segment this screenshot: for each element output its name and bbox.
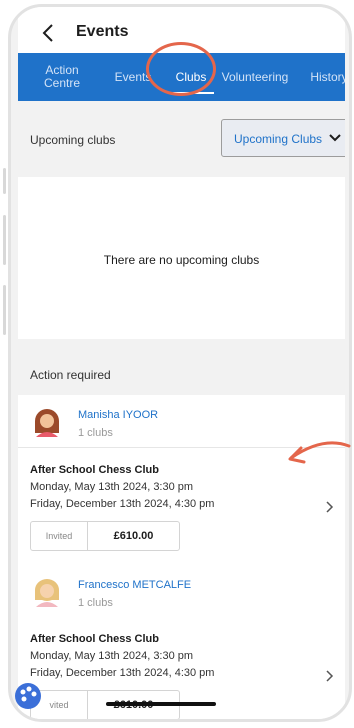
- person-club-count: 1 clubs: [78, 597, 113, 609]
- empty-state-message: There are no upcoming clubs: [103, 253, 260, 267]
- tab-history[interactable]: History: [304, 71, 345, 84]
- tab-volunteering[interactable]: Volunteering: [214, 71, 296, 84]
- home-indicator: [106, 702, 216, 706]
- child-avatar-icon: [35, 579, 59, 607]
- club-end-date: Friday, December 13th 2024, 4:30 pm: [30, 667, 215, 679]
- phone-side-button: [3, 215, 6, 265]
- status-badge: Invited: [31, 522, 88, 550]
- annotation-circle: [146, 42, 216, 96]
- person-club-count: 1 clubs: [78, 427, 113, 439]
- person-row[interactable]: Francesco METCALFE 1 clubs: [18, 567, 345, 620]
- status-price-badge: Invited £610.00: [30, 521, 180, 551]
- dropdown-selected-value: Upcoming Clubs: [234, 132, 323, 146]
- page-title: Events: [76, 23, 129, 40]
- person-name[interactable]: Francesco METCALFE: [78, 579, 191, 591]
- chevron-down-icon: [329, 134, 341, 142]
- filter-row: Upcoming clubs Upcoming Clubs: [18, 101, 345, 177]
- phone-frame: Events Action Centre Events Clubs Volunt…: [8, 4, 352, 722]
- empty-state: There are no upcoming clubs: [18, 177, 345, 339]
- annotation-arrow-icon: [288, 441, 351, 464]
- palette-icon[interactable]: [14, 682, 42, 710]
- phone-side-button: [3, 168, 6, 194]
- price: £610.00: [113, 530, 154, 542]
- club-title: After School Chess Club: [30, 464, 159, 476]
- filter-label: Upcoming clubs: [30, 133, 116, 147]
- chevron-right-icon[interactable]: [325, 669, 335, 683]
- club-start-date: Monday, May 13th 2024, 3:30 pm: [30, 481, 194, 493]
- section-title: Action required: [30, 368, 111, 382]
- child-avatar-icon: [35, 409, 59, 437]
- club-start-date: Monday, May 13th 2024, 3:30 pm: [30, 650, 194, 662]
- back-chevron-icon[interactable]: [38, 21, 60, 45]
- phone-side-button: [3, 285, 6, 335]
- club-end-date: Friday, December 13th 2024, 4:30 pm: [30, 498, 215, 510]
- club-title: After School Chess Club: [30, 633, 159, 645]
- chevron-right-icon[interactable]: [325, 500, 335, 514]
- section-header: Action required: [18, 339, 345, 395]
- clubs-filter-dropdown[interactable]: Upcoming Clubs: [221, 119, 345, 157]
- tab-action-centre[interactable]: Action Centre: [40, 64, 84, 90]
- person-name[interactable]: Manisha IYOOR: [78, 409, 158, 421]
- app-screen: Events Action Centre Events Clubs Volunt…: [18, 7, 345, 719]
